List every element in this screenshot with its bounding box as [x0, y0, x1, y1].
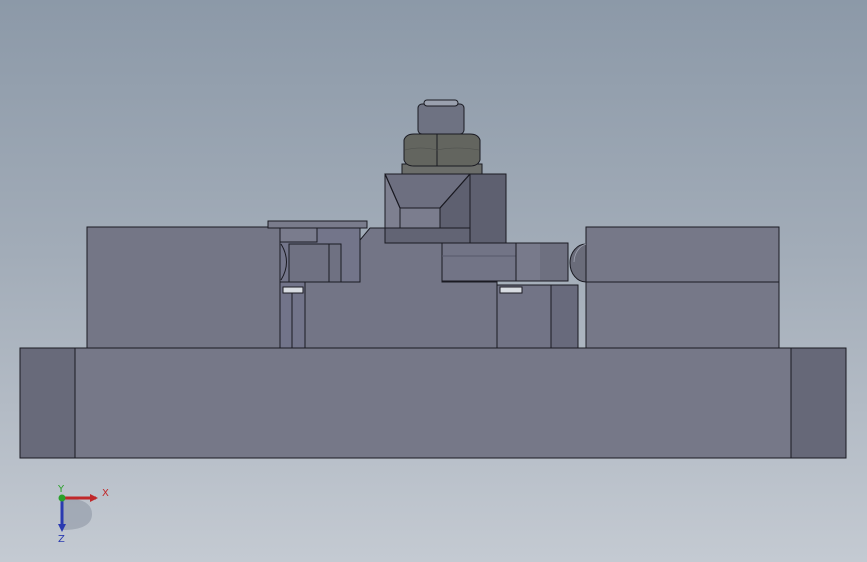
right-arm [441, 242, 517, 282]
assembly-front-view[interactable] [0, 0, 867, 562]
right-block-upper [585, 226, 780, 283]
right-block-lower [585, 281, 780, 349]
y-axis-dot [58, 494, 66, 502]
z-axis-label: Z [58, 534, 65, 545]
left-block [86, 226, 281, 349]
x-axis-label: X [102, 488, 109, 499]
triad-shade [62, 498, 92, 530]
top-thin-plate [267, 220, 368, 229]
axis-triad: X Y Z [57, 484, 109, 545]
hex-nut [403, 133, 481, 167]
base-plate-left-end [19, 347, 76, 459]
stud-top [423, 99, 459, 107]
right-lower-post [550, 284, 579, 349]
y-axis-label: Y [57, 484, 65, 495]
base-plate [19, 347, 847, 459]
stud [417, 103, 465, 135]
clamp-housing-center [399, 207, 441, 229]
base-plate-right-end [790, 347, 847, 459]
left-gap-white [282, 286, 304, 294]
right-arm-tip-shade [540, 243, 568, 281]
x-axis-arrow [90, 494, 98, 502]
left-clamp-slot [288, 243, 342, 283]
left-clamp-slot-2 [279, 227, 318, 243]
cad-viewport[interactable]: X Y Z [0, 0, 867, 562]
right-gap-white [499, 286, 523, 294]
right-lower-block [496, 284, 552, 349]
